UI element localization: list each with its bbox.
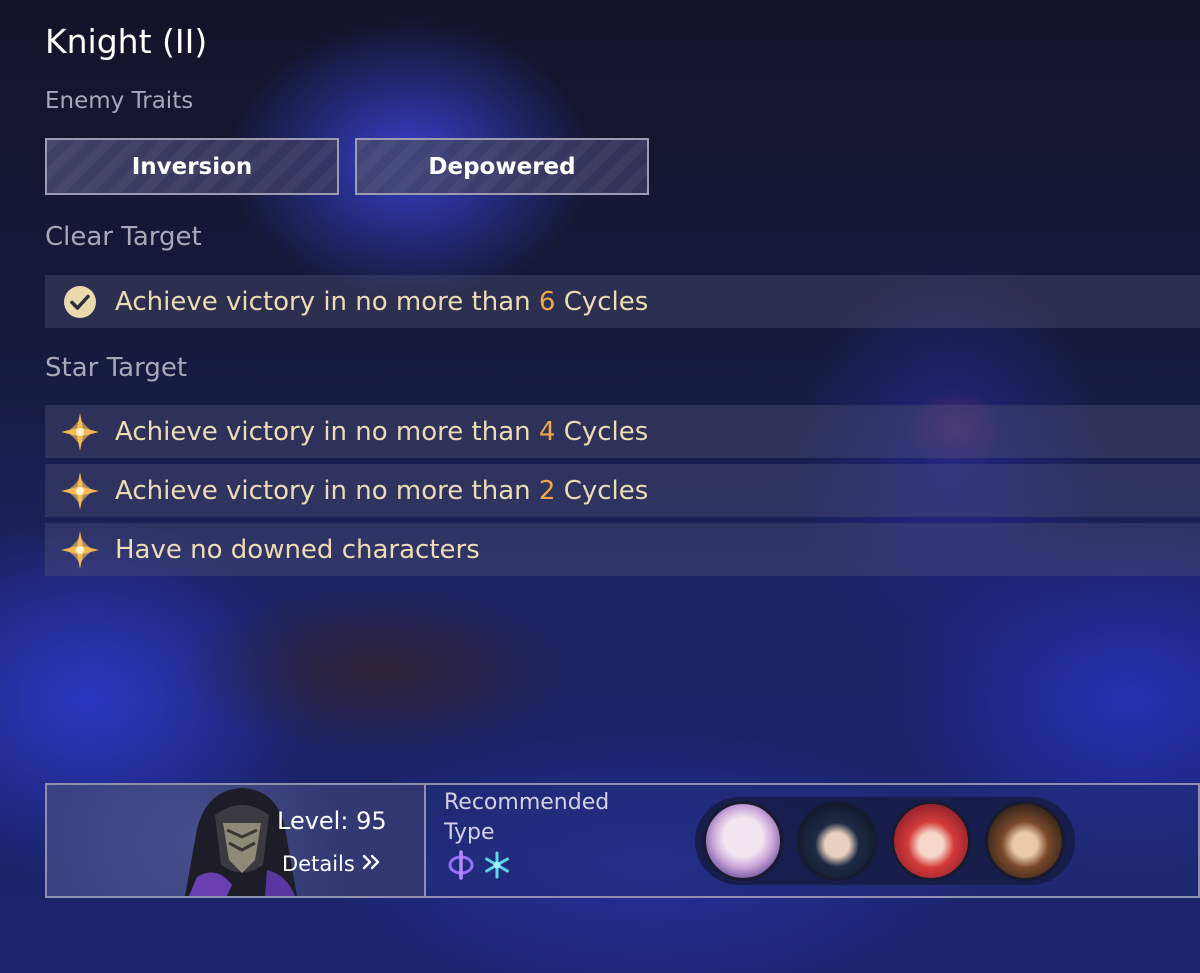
clear-target-text: Achieve victory in no more than 6 Cycles [115,287,648,317]
recommended-type-icons [445,849,513,881]
target-text-suffix: Cycles [555,475,649,506]
target-cycle-number: 6 [538,286,556,317]
clear-target-label: Clear Target [45,222,202,252]
trait-button-inversion[interactable]: Inversion [45,138,339,195]
enemy-card[interactable]: Level: 95 Details [47,785,426,896]
character-avatar[interactable] [891,801,971,881]
details-button[interactable]: Details [282,852,383,876]
star-target-text: Achieve victory in no more than 4 Cycles [115,417,648,447]
target-text-suffix: Cycles [555,286,649,317]
target-text-prefix: Have no downed characters [115,534,480,565]
star-icon [59,411,101,453]
character-avatar[interactable] [703,801,783,881]
details-label: Details [282,852,355,876]
character-avatar[interactable] [985,801,1065,881]
star-target-row: Have no downed characters [45,523,1200,576]
star-target-text: Achieve victory in no more than 2 Cycles [115,476,648,506]
star-target-label: Star Target [45,353,188,383]
trait-button-depowered[interactable]: Depowered [355,138,649,195]
target-cycle-number: 4 [538,416,556,447]
ice-icon [481,849,513,881]
enemy-portrait [185,788,297,896]
bottom-info-panel: Level: 95 Details Recommended Type [45,783,1200,898]
enemy-traits-label: Enemy Traits [45,88,194,114]
star-target-text: Have no downed characters [115,535,480,565]
page-title: Knight (II) [45,22,208,61]
target-text-suffix: Cycles [555,416,649,447]
star-icon [59,470,101,512]
target-text-prefix: Achieve victory in no more than [115,286,539,317]
enemy-traits-list: Inversion Depowered [45,138,649,195]
target-text-prefix: Achieve victory in no more than [115,416,539,447]
recommended-type-label: Recommended Type [444,790,610,845]
target-text-prefix: Achieve victory in no more than [115,475,539,506]
trait-label: Depowered [428,153,576,180]
target-cycle-number: 2 [538,475,556,506]
character-avatar[interactable] [797,801,877,881]
star-icon [59,529,101,571]
trait-label: Inversion [131,153,253,180]
recommended-characters [695,797,1075,885]
check-circle-icon [59,281,101,323]
enemy-level: Level: 95 [277,807,387,835]
imaginary-icon [445,849,477,881]
chevron-right-icon [361,852,383,876]
star-target-row: Achieve victory in no more than 4 Cycles [45,405,1200,458]
clear-target-row: Achieve victory in no more than 6 Cycles [45,275,1200,328]
star-target-row: Achieve victory in no more than 2 Cycles [45,464,1200,517]
